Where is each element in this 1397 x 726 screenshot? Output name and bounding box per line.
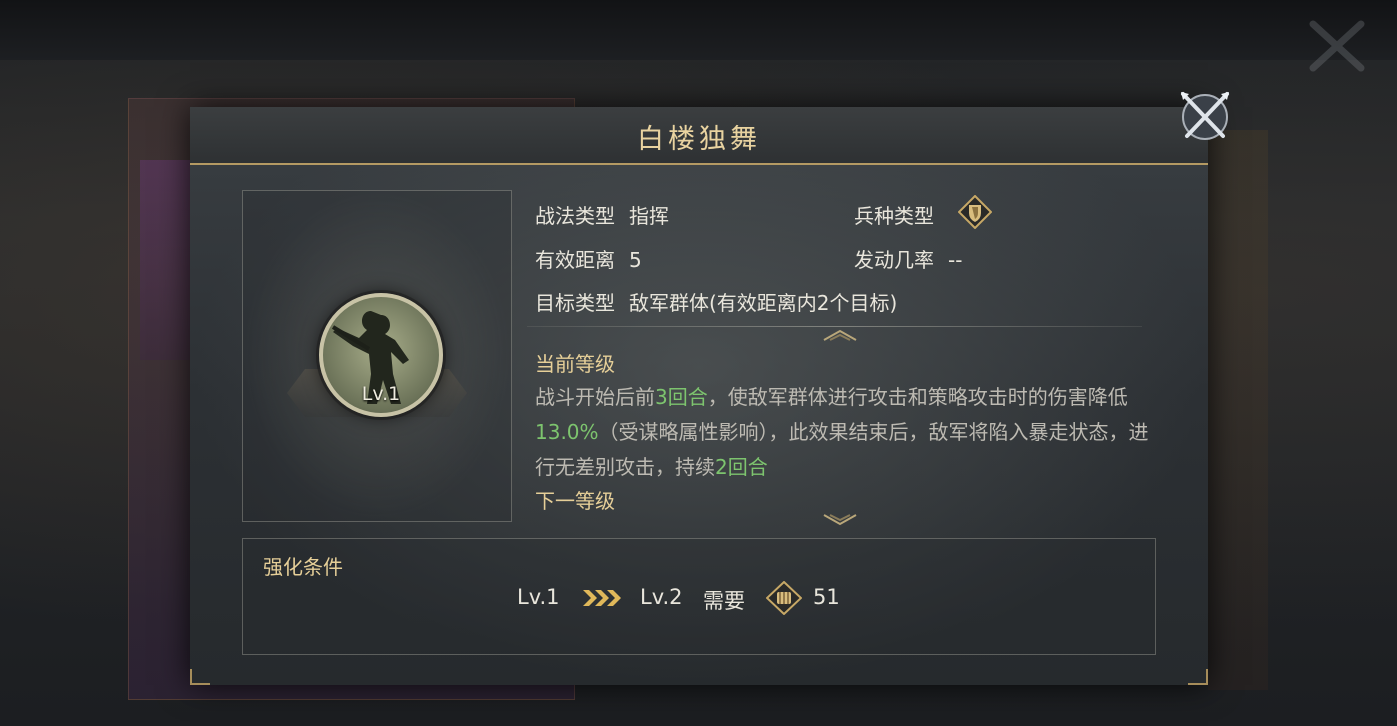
- trigger-rate-label: 发动几率: [854, 248, 934, 272]
- tactic-portrait: Lv.1: [319, 293, 443, 417]
- desc-rounds-2: 2回合: [715, 455, 768, 479]
- current-level-description: 战斗开始后前3回合，使敌军群体进行攻击和策略攻击时的伤害降低 13.0%（受谋略属…: [535, 380, 1155, 485]
- upgrade-to-level: Lv.2: [640, 585, 683, 609]
- tactic-portrait-panel: Lv.1: [242, 190, 512, 522]
- portrait-level-label: Lv.1: [361, 383, 401, 405]
- fist-icon: [766, 581, 802, 615]
- triple-arrow-icon: [583, 590, 621, 606]
- title-bar: 白楼独舞: [190, 107, 1208, 165]
- trigger-rate-value: --: [948, 248, 963, 272]
- trigger-rate-row: 发动几率 --: [854, 244, 962, 273]
- tactic-type-value: 指挥: [629, 204, 669, 228]
- scroll-up-chevron-icon[interactable]: [822, 328, 858, 342]
- corner-ornament-left: [190, 669, 210, 685]
- background-close-icon: [1309, 20, 1365, 72]
- range-row: 有效距离 5: [535, 244, 642, 273]
- target-type-label: 目标类型: [535, 291, 615, 315]
- dialog-title: 白楼独舞: [637, 124, 761, 155]
- next-level-heading: 下一等级: [535, 489, 615, 513]
- scroll-down-chevron-icon[interactable]: [822, 513, 858, 527]
- desc-rounds: 3回合: [655, 385, 708, 409]
- section-divider: [527, 326, 1142, 327]
- background-top-bar: [0, 0, 1397, 60]
- shield-icon: [958, 195, 992, 229]
- target-type-value: 敌军群体(有效距离内2个目标): [629, 291, 898, 315]
- range-value: 5: [629, 248, 642, 272]
- troop-type-row: 兵种类型: [854, 200, 934, 229]
- desc-part-3: （受谋略属性影响），此效果结束后，敌军将陷入暴走状态，进行无差别攻击，持续: [535, 420, 1149, 479]
- desc-part-2: ，使敌军群体进行攻击和策略攻击时的伤害降低: [707, 385, 1128, 409]
- troop-type-label: 兵种类型: [854, 204, 934, 228]
- corner-ornament-right: [1188, 669, 1208, 685]
- upgrade-condition-panel: 强化条件 Lv.1 Lv.2 需要 51: [242, 538, 1156, 655]
- tactic-type-row: 战法类型 指挥: [535, 200, 669, 229]
- background-left-strip: [140, 160, 190, 360]
- desc-percent: 13.0%: [535, 420, 599, 444]
- desc-part-1: 战斗开始后前: [535, 385, 655, 409]
- upgrade-from-level: Lv.1: [517, 585, 560, 609]
- upgrade-condition-title: 强化条件: [263, 555, 343, 579]
- upgrade-cost-value: 51: [813, 585, 840, 609]
- tactic-type-label: 战法类型: [535, 204, 615, 228]
- skill-detail-dialog: 白楼独舞 Lv.1 战法类型 指挥 兵种类型 有效距离 5 发动几率 -- 目标类型敌…: [190, 107, 1208, 685]
- upgrade-need-label: 需要: [703, 589, 745, 613]
- current-level-heading: 当前等级: [535, 352, 615, 376]
- close-button[interactable]: [1175, 88, 1235, 146]
- background-right-panel: [1208, 130, 1268, 690]
- range-label: 有效距离: [535, 248, 615, 272]
- target-type-row: 目标类型 敌军群体(有效距离内2个目标): [535, 287, 897, 316]
